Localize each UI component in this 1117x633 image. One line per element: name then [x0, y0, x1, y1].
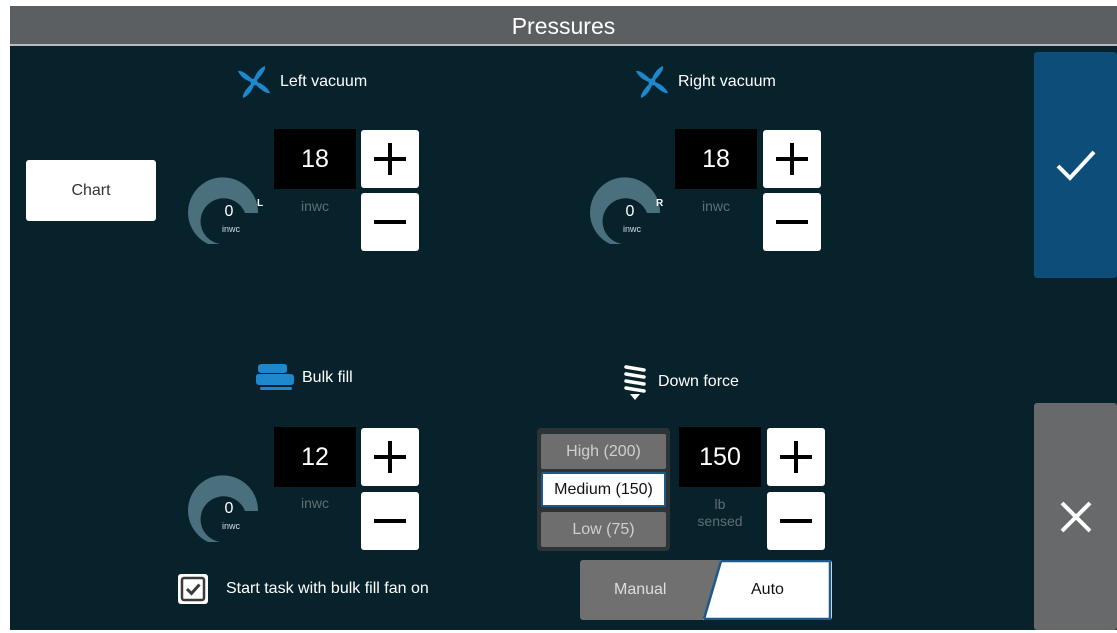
bulk-fill-gauge-unit: inwc: [222, 521, 241, 531]
down-force-option-high[interactable]: High (200): [541, 434, 666, 469]
right-vacuum-setpoint[interactable]: 18: [675, 129, 757, 189]
down-force-mode-toggle: Manual Auto: [580, 560, 832, 620]
down-force-preset-group: High (200) Medium (150) Low (75): [537, 428, 670, 551]
right-vacuum-unit: inwc: [701, 198, 730, 214]
close-icon: [1060, 501, 1091, 532]
bulk-fill-decrease-button[interactable]: [361, 492, 419, 550]
confirm-button[interactable]: [1034, 52, 1117, 278]
down-force-header: Down force: [618, 362, 739, 402]
down-force-unit-line1: lb: [714, 496, 726, 512]
minus-icon: [776, 220, 808, 224]
bulk-fill-header: Bulk fill: [254, 362, 353, 394]
fan-icon: [636, 66, 668, 98]
plus-icon: [374, 441, 406, 473]
checkmark-icon: [180, 576, 206, 602]
left-vacuum-increase-button[interactable]: [361, 130, 419, 188]
down-force-option-low[interactable]: Low (75): [541, 512, 666, 547]
bulk-fill-fan-label: Start task with bulk fill fan on: [226, 580, 429, 597]
right-vacuum-gauge-unit: inwc: [623, 224, 642, 234]
down-force-label: Down force: [658, 373, 739, 390]
down-force-option-medium-label: Medium (150): [554, 480, 653, 498]
chart-button[interactable]: Chart: [26, 160, 156, 221]
right-vacuum-label: Right vacuum: [678, 73, 776, 90]
mode-manual-button[interactable]: Manual: [614, 560, 666, 620]
down-force-option-high-label: High (200): [566, 442, 641, 460]
minus-icon: [780, 519, 812, 523]
right-vacuum-side-indicator: R: [656, 198, 664, 209]
left-vacuum-header: Left vacuum: [234, 62, 367, 102]
plus-icon: [776, 143, 808, 175]
bulk-fill-fan-checkbox[interactable]: [178, 574, 208, 604]
bulk-fill-setpoint-value: 12: [301, 442, 329, 471]
right-vacuum-setpoint-value: 18: [702, 144, 730, 173]
bulk-fill-icon: [256, 364, 294, 390]
plus-icon: [780, 441, 812, 473]
chart-button-label: Chart: [71, 181, 111, 199]
bulk-fill-gauge-value: 0: [224, 500, 234, 517]
left-vacuum-gauge-value: 0: [224, 203, 234, 220]
bulk-fill-increase-button[interactable]: [361, 428, 419, 486]
down-force-setpoint[interactable]: 150: [679, 427, 761, 487]
pressures-screen: Pressures Chart Left vacuum 0 inwc L 18 …: [10, 6, 1117, 630]
bulk-fill-unit: inwc: [300, 495, 329, 511]
down-force-option-low-label: Low (75): [572, 520, 635, 538]
spring-icon: [624, 365, 646, 400]
down-force-option-medium[interactable]: Medium (150): [541, 472, 666, 507]
left-vacuum-decrease-button[interactable]: [361, 193, 419, 251]
bulk-fill-setpoint[interactable]: 12: [274, 427, 356, 487]
right-vacuum-gauge-value: 0: [625, 203, 635, 220]
left-vacuum-setpoint-value: 18: [301, 144, 329, 173]
left-vacuum-unit: inwc: [300, 198, 329, 214]
mode-auto-button[interactable]: Auto: [751, 560, 784, 620]
down-force-setpoint-value: 150: [699, 442, 741, 471]
right-vacuum-decrease-button[interactable]: [763, 193, 821, 251]
fan-icon: [238, 66, 270, 98]
right-vacuum-header: Right vacuum: [632, 62, 776, 102]
down-force-unit-line2: sensed: [697, 513, 743, 529]
down-force-increase-button[interactable]: [767, 428, 825, 486]
left-vacuum-setpoint[interactable]: 18: [274, 129, 356, 189]
right-vacuum-increase-button[interactable]: [763, 130, 821, 188]
down-force-decrease-button[interactable]: [767, 492, 825, 550]
left-vacuum-label: Left vacuum: [280, 73, 368, 90]
minus-icon: [374, 220, 406, 224]
plus-icon: [374, 143, 406, 175]
minus-icon: [374, 519, 406, 523]
left-vacuum-gauge-unit: inwc: [222, 224, 241, 234]
page-title: Pressures: [10, 6, 1117, 46]
bulk-fill-label: Bulk fill: [302, 369, 353, 386]
checkmark-icon: [1056, 150, 1095, 181]
cancel-button[interactable]: [1034, 403, 1117, 630]
down-force-unit: lb sensed: [679, 496, 761, 530]
left-vacuum-side-indicator: L: [257, 198, 264, 209]
